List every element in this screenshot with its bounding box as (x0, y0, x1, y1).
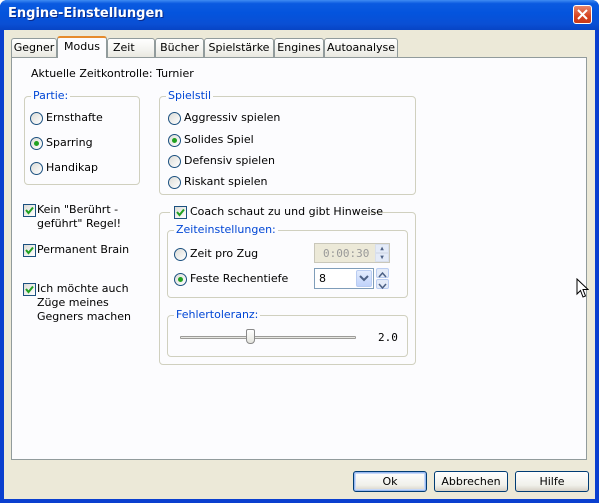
mouse-pointer-icon (576, 278, 589, 298)
radio-defensiv[interactable] (168, 155, 181, 168)
time-per-move-value: 0:00:30 (323, 247, 370, 260)
tab-spielstaerke[interactable]: Spielstärke (204, 38, 274, 57)
coach-checkbox[interactable] (174, 206, 187, 219)
tab-autoanalyse[interactable]: Autoanalyse (324, 38, 398, 57)
arrow-up-icon (378, 271, 387, 278)
sparring-label[interactable]: Sparring (46, 136, 93, 149)
fixed-depth-label[interactable]: Feste Rechentiefe (190, 272, 288, 285)
partie-legend: Partie: (31, 89, 71, 102)
error-tolerance-slider-track[interactable] (180, 336, 356, 339)
solides-label[interactable]: Solides Spiel (184, 133, 254, 146)
radio-handikap[interactable] (30, 162, 43, 175)
defensiv-label[interactable]: Defensiv spielen (184, 154, 275, 167)
close-button[interactable] (573, 5, 592, 24)
touch-move-checkbox[interactable] (23, 204, 36, 217)
tab-buecher[interactable]: Bücher (155, 38, 204, 57)
spielstil-legend: Spielstil (166, 89, 214, 102)
opponent-moves-checkbox[interactable] (23, 283, 36, 296)
spin-up-button[interactable] (376, 268, 389, 278)
error-tolerance-legend: Fehlertoleranz: (174, 308, 261, 321)
checkmark-icon (25, 206, 34, 215)
checkmark-icon (25, 285, 34, 294)
time-per-move-label[interactable]: Zeit pro Zug (190, 247, 258, 260)
error-tolerance-slider-thumb[interactable] (245, 329, 255, 344)
error-tolerance-value: 2.0 (378, 331, 398, 344)
touch-move-label-1[interactable]: Kein "Berührt - (37, 203, 118, 216)
chevron-down-icon (359, 275, 369, 282)
tab-zeit[interactable]: Zeit (107, 38, 155, 57)
radio-fixed-depth[interactable] (174, 273, 187, 286)
riskant-label[interactable]: Riskant spielen (184, 175, 267, 188)
time-spin-buttons: ▲ ▼ (375, 244, 389, 262)
current-time-control: Aktuelle Zeitkontrolle: Turnier (31, 67, 194, 80)
opponent-moves-label-1[interactable]: Ich möchte auch (37, 282, 129, 295)
spin-down-icon: ▼ (375, 253, 389, 262)
dropdown-button[interactable] (356, 270, 372, 287)
checkmark-icon (25, 246, 34, 255)
ernsthafte-label[interactable]: Ernsthafte (46, 111, 103, 124)
spin-down-button[interactable] (376, 279, 389, 290)
tab-modus[interactable]: Modus (57, 36, 107, 58)
coach-label[interactable]: Coach schaut zu und gibt Hinweise (190, 205, 383, 218)
touch-move-label-2[interactable]: geführt" Regel! (37, 217, 121, 230)
fixed-depth-combo[interactable]: 8 (314, 268, 374, 289)
ok-button[interactable]: Ok (353, 471, 427, 492)
opponent-moves-label-2[interactable]: Züge meines (37, 296, 109, 309)
fixed-depth-spin-buttons[interactable] (376, 268, 389, 290)
help-button[interactable]: Hilfe (515, 471, 589, 492)
dialog-window: Engine-Einstellungen Gegner Modus Zeit B… (0, 0, 599, 503)
spin-up-icon: ▲ (375, 244, 389, 253)
permanent-brain-checkbox[interactable] (23, 244, 36, 257)
fixed-depth-value: 8 (319, 272, 326, 285)
tab-panel-modus: Aktuelle Zeitkontrolle: Turnier Partie: … (11, 57, 587, 460)
arrow-down-icon (378, 283, 387, 290)
tab-gegner[interactable]: Gegner (11, 38, 57, 57)
tab-engines[interactable]: Engines (274, 38, 324, 57)
radio-riskant[interactable] (168, 176, 181, 189)
close-icon (577, 9, 588, 20)
permanent-brain-label[interactable]: Permanent Brain (37, 243, 129, 256)
radio-ernsthafte[interactable] (30, 112, 43, 125)
dialog-body: Gegner Modus Zeit Bücher Spielstärke Eng… (4, 30, 595, 499)
title-bar[interactable]: Engine-Einstellungen (0, 0, 599, 30)
aggressiv-label[interactable]: Aggressiv spielen (184, 111, 280, 124)
cancel-button[interactable]: Abbrechen (434, 471, 508, 492)
checkmark-icon (176, 208, 185, 217)
radio-time-per-move[interactable] (174, 248, 187, 261)
opponent-moves-label-3[interactable]: Gegners machen (37, 310, 131, 323)
radio-solides[interactable] (168, 134, 181, 147)
radio-aggressiv[interactable] (168, 112, 181, 125)
time-settings-legend: Zeiteinstellungen: (174, 223, 278, 236)
handikap-label[interactable]: Handikap (46, 161, 98, 174)
window-title: Engine-Einstellungen (8, 6, 164, 21)
time-per-move-spinner: 0:00:30 ▲ ▼ (314, 243, 390, 263)
radio-sparring[interactable] (30, 137, 43, 150)
